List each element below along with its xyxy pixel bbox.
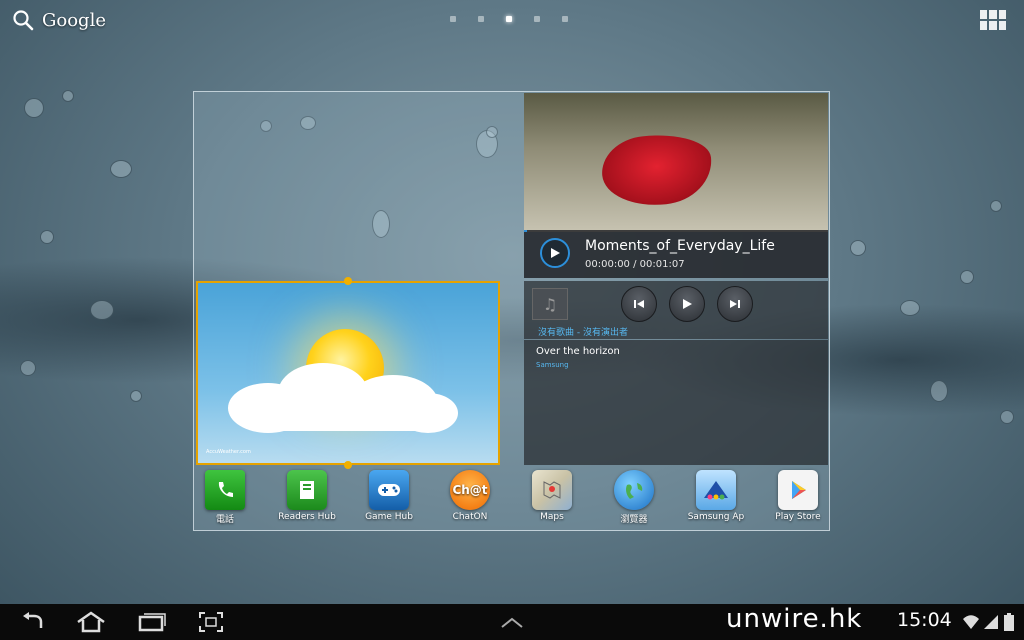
playlist-artist: Samsung bbox=[536, 361, 569, 369]
back-button[interactable] bbox=[18, 610, 48, 634]
menu-up-button[interactable] bbox=[498, 610, 526, 634]
recent-apps-button[interactable] bbox=[136, 610, 168, 634]
signal-icon bbox=[982, 610, 1000, 634]
next-icon bbox=[730, 300, 740, 308]
back-icon bbox=[23, 612, 43, 628]
book-icon bbox=[287, 470, 327, 510]
dock-label: 電話 bbox=[215, 515, 234, 525]
home-button[interactable] bbox=[74, 610, 108, 634]
dock-app-play-store[interactable]: Play Store bbox=[758, 470, 838, 522]
phone-icon bbox=[205, 470, 245, 510]
status-clock[interactable]: 15:04 bbox=[897, 609, 952, 631]
play-icon bbox=[683, 299, 692, 309]
dock-app-game-hub[interactable]: Game Hub bbox=[349, 470, 429, 522]
wifi-icon bbox=[960, 610, 982, 634]
dock-label: Samsung Ap bbox=[687, 512, 745, 522]
page-dot bbox=[534, 16, 540, 22]
dock-label: Readers Hub bbox=[278, 512, 336, 522]
map-icon bbox=[532, 470, 572, 510]
playlist-title: Over the horizon bbox=[536, 346, 620, 357]
video-frame-jelly bbox=[598, 129, 716, 211]
globe-icon bbox=[614, 470, 654, 510]
music-status: 沒有歌曲 - 沒有演出者 bbox=[538, 328, 628, 338]
samsung-apps-icon bbox=[696, 470, 736, 510]
dock-app-maps[interactable]: Maps bbox=[512, 470, 592, 522]
play-button[interactable] bbox=[669, 286, 705, 322]
dock-app-samsung-apps[interactable]: Samsung Ap bbox=[676, 470, 756, 522]
weather-widget[interactable]: AccuWeather.com bbox=[196, 281, 500, 465]
playlist-widget[interactable]: Over the horizon Samsung bbox=[524, 340, 828, 465]
dock-label: 瀏覽器 bbox=[620, 515, 648, 525]
resize-handle-top[interactable] bbox=[344, 277, 352, 285]
previous-icon bbox=[634, 300, 644, 308]
video-thumbnail[interactable] bbox=[524, 93, 828, 230]
recent-apps-icon bbox=[138, 613, 166, 632]
dock-label: Maps bbox=[540, 512, 564, 522]
screenshot-button[interactable] bbox=[196, 610, 226, 634]
next-button[interactable] bbox=[717, 286, 753, 322]
chaton-icon-text: Ch@t bbox=[452, 483, 488, 497]
video-title: Moments_of_Everyday_Life bbox=[585, 238, 775, 254]
search-icon bbox=[13, 10, 34, 31]
dock-label: Play Store bbox=[775, 512, 821, 522]
dock-app-readers-hub[interactable]: Readers Hub bbox=[267, 470, 347, 522]
dock-label: Game Hub bbox=[365, 512, 413, 522]
watermark-text: unwire.hk bbox=[726, 604, 863, 634]
page-dot bbox=[478, 16, 484, 22]
apps-grid-icon[interactable] bbox=[980, 10, 1006, 30]
previous-button[interactable] bbox=[621, 286, 657, 322]
chevron-up-icon bbox=[501, 617, 523, 628]
resize-handle-bottom[interactable] bbox=[344, 461, 352, 469]
dock-app-phone[interactable]: 電話 bbox=[185, 470, 265, 525]
gamepad-icon bbox=[369, 470, 409, 510]
video-time: 00:00:00 / 00:01:07 bbox=[585, 259, 685, 270]
home-icon bbox=[77, 611, 105, 633]
page-dot-active bbox=[506, 16, 512, 22]
video-play-button[interactable] bbox=[540, 238, 570, 268]
dock-app-chaton[interactable]: Ch@t ChatON bbox=[430, 470, 510, 522]
battery-icon bbox=[1002, 610, 1016, 634]
play-store-icon bbox=[778, 470, 818, 510]
play-icon bbox=[551, 248, 560, 258]
music-player-widget: ♫ 沒有歌曲 - 沒有演出者 bbox=[524, 281, 828, 339]
page-dot bbox=[562, 16, 568, 22]
google-label: Google bbox=[42, 9, 106, 31]
screenshot-icon bbox=[199, 612, 223, 632]
dock-app-browser[interactable]: 瀏覽器 bbox=[594, 470, 674, 525]
album-art-placeholder-icon[interactable]: ♫ bbox=[532, 288, 568, 320]
page-indicator bbox=[450, 16, 568, 22]
video-info-bar: Moments_of_Everyday_Life 00:00:00 / 00:0… bbox=[524, 232, 828, 278]
chaton-icon: Ch@t bbox=[450, 470, 490, 510]
page-dot bbox=[450, 16, 456, 22]
google-search-widget[interactable]: Google bbox=[12, 6, 106, 34]
weather-brand: AccuWeather.com bbox=[206, 449, 251, 455]
dock-label: ChatON bbox=[452, 512, 488, 522]
